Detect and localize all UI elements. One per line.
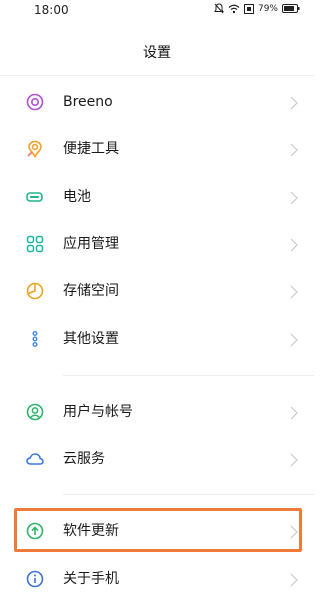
about-phone-icon: [26, 570, 44, 588]
user-account-icon: [26, 403, 44, 421]
settings-item-convenience-tools[interactable]: 便捷工具: [0, 126, 314, 172]
item-label: 电池: [63, 189, 91, 205]
item-label: 软件更新: [63, 523, 119, 539]
chevron-right-icon: [290, 572, 298, 587]
software-update-icon: [26, 522, 44, 540]
chevron-right-icon: [290, 237, 298, 252]
cloud-service-icon: [26, 450, 44, 468]
item-label: 便捷工具: [63, 141, 119, 157]
settings-item-breeno[interactable]: Breeno: [0, 79, 314, 125]
battery-percent: 79%: [257, 3, 278, 14]
mute-icon: [214, 3, 224, 14]
wifi-icon: [228, 4, 240, 14]
settings-item-software-update[interactable]: 软件更新: [0, 508, 314, 554]
status-bar: 18:00 79%: [0, 0, 314, 22]
group-divider: [63, 494, 314, 495]
other-settings-icon: [26, 330, 44, 348]
settings-item-app-management[interactable]: 应用管理: [0, 221, 314, 267]
chevron-right-icon: [290, 405, 298, 420]
convenience-tools-icon: [26, 140, 44, 158]
item-label: 其他设置: [63, 331, 119, 347]
settings-item-storage[interactable]: 存储空间: [0, 268, 314, 314]
item-label: 应用管理: [63, 236, 119, 252]
status-time: 18:00: [34, 3, 69, 17]
chevron-right-icon: [290, 452, 298, 467]
settings-item-cloud-service[interactable]: 云服务: [0, 436, 314, 482]
settings-item-user-account[interactable]: 用户与帐号: [0, 389, 314, 435]
group-divider: [63, 375, 314, 376]
chevron-right-icon: [290, 284, 298, 299]
title-divider: [0, 75, 314, 76]
item-label: 存储空间: [63, 283, 119, 299]
chevron-right-icon: [290, 524, 298, 539]
item-label: 用户与帐号: [63, 404, 133, 420]
page-title: 设置: [143, 45, 171, 61]
settings-item-other-settings[interactable]: 其他设置: [0, 316, 314, 362]
signal-box-icon: [243, 3, 254, 14]
settings-item-battery[interactable]: 电池: [0, 174, 314, 220]
chevron-right-icon: [290, 332, 298, 347]
status-icons: 79%: [214, 3, 300, 14]
breeno-icon: [26, 93, 44, 111]
chevron-right-icon: [290, 190, 298, 205]
item-label: 云服务: [63, 451, 105, 467]
chevron-right-icon: [290, 142, 298, 157]
chevron-right-icon: [290, 95, 298, 110]
settings-item-about-phone[interactable]: 关于手机: [0, 556, 314, 602]
app-management-icon: [26, 235, 44, 253]
item-label: 关于手机: [63, 571, 119, 587]
status-battery-icon: [282, 4, 300, 13]
item-label: Breeno: [63, 94, 113, 110]
battery-icon: [26, 188, 44, 206]
storage-icon: [26, 282, 44, 300]
